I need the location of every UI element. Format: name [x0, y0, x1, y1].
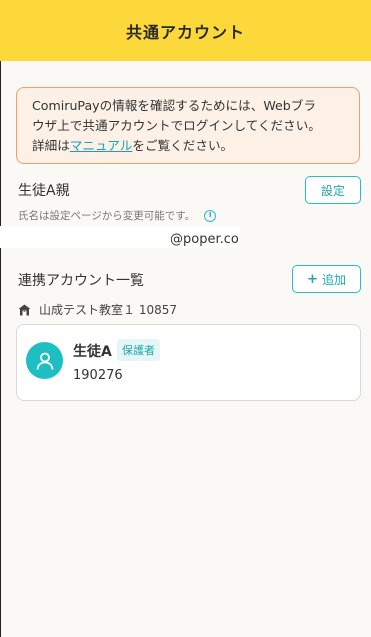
- page-title: 共通アカウント: [125, 22, 245, 42]
- role-badge: 保護者: [117, 339, 160, 361]
- avatar: [26, 342, 63, 379]
- school-row: 山成テスト教室１ 10857: [18, 301, 177, 318]
- plus-icon: +: [307, 271, 318, 287]
- notice-prefix: 詳細は: [32, 138, 70, 153]
- notice-line-2: ウザ上で共通アカウントでログインしてください。: [32, 118, 321, 133]
- manual-link[interactable]: マニュアル: [70, 138, 133, 153]
- info-icon[interactable]: i: [204, 209, 217, 222]
- notice-suffix: をご覧ください。: [132, 138, 234, 153]
- school-icon: [18, 304, 31, 315]
- login-notice: ComiruPayの情報を確認するためには、Webブラ ウザ上で共通アカウントで…: [16, 87, 360, 164]
- add-account-button[interactable]: + 追加: [292, 265, 361, 293]
- name-hint-text: 氏名は設定ページから変更可能です。: [18, 210, 196, 222]
- linked-accounts-title: 連携アカウント一覧: [18, 273, 144, 289]
- app-header: 共通アカウント: [0, 0, 371, 61]
- linked-account-card[interactable]: 生徒A 保護者 190276: [16, 324, 361, 401]
- settings-button[interactable]: 設定: [305, 176, 361, 204]
- user-email: @poper.co: [170, 232, 239, 247]
- notice-line-1: ComiruPayの情報を確認するためには、Webブラ: [32, 98, 316, 113]
- name-hint: 氏名は設定ページから変更可能です。 i: [18, 208, 217, 223]
- school-name: 山成テスト教室１ 10857: [39, 303, 177, 317]
- window-frame-edge: [0, 0, 1, 637]
- person-icon: [36, 352, 53, 370]
- student-id: 190276: [73, 368, 123, 383]
- notice-line-3: 詳細はマニュアルをご覧ください。: [32, 136, 345, 156]
- add-label: 追加: [321, 272, 346, 287]
- user-name: 生徒A親: [18, 183, 70, 199]
- student-name: 生徒A: [73, 344, 112, 360]
